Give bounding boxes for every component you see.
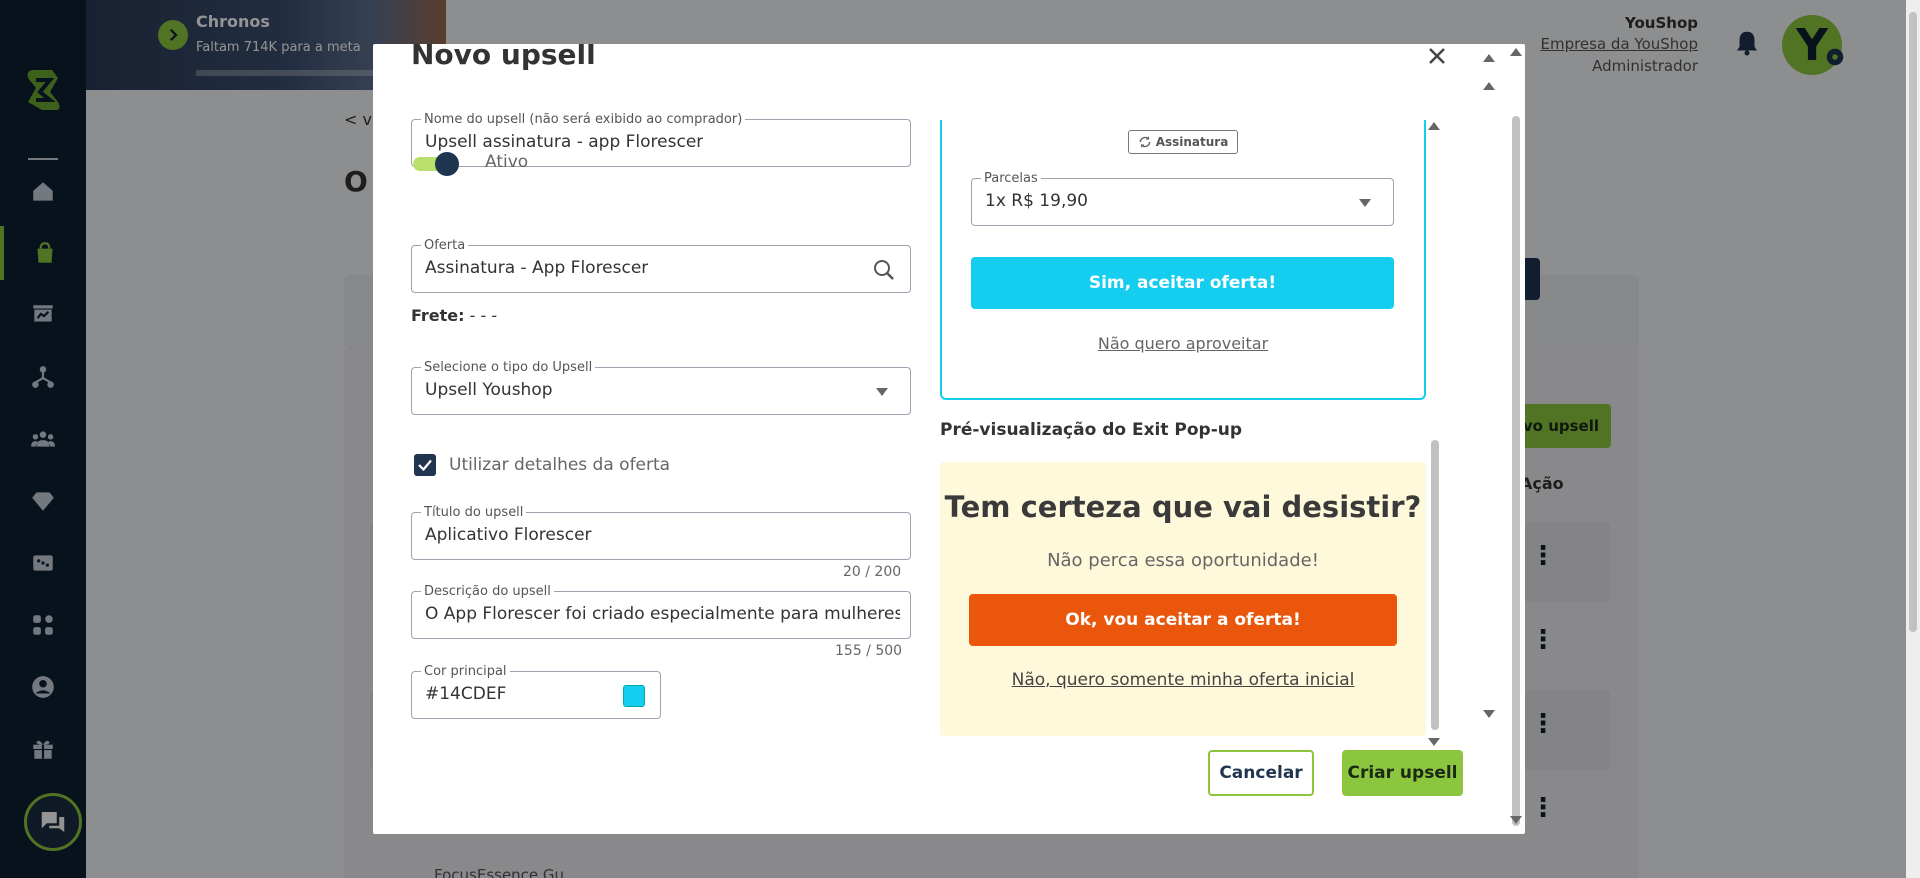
upsell-title-label: Título do upsell: [421, 505, 527, 520]
search-icon[interactable]: [872, 258, 896, 282]
shipping-label: Frete:: [411, 306, 465, 325]
create-upsell-button[interactable]: Criar upsell: [1342, 750, 1463, 796]
upsell-type-label: Selecione o tipo do Upsell: [421, 360, 596, 375]
installments-select[interactable]: Parcelas 1x R$ 19,90: [971, 171, 1394, 226]
preview-scrollbar[interactable]: [1428, 120, 1442, 750]
main-color-label: Cor principal: [421, 664, 510, 679]
page-scrollbar[interactable]: [1906, 0, 1920, 878]
exit-popup-preview-label: Pré-visualização do Exit Pop-up: [940, 420, 1243, 440]
active-toggle[interactable]: [413, 152, 459, 176]
upsell-type-value: Upsell Youshop: [425, 380, 553, 400]
scroll-down-arrow-icon[interactable]: [1510, 816, 1522, 824]
exit-popup-preview: Tem certeza que vai desistir? Não perca …: [940, 462, 1426, 736]
upsell-name-value: Upsell assinatura - app Florescer: [425, 132, 704, 152]
refresh-icon: [1139, 136, 1151, 148]
cancel-button[interactable]: Cancelar: [1208, 750, 1314, 796]
toggle-knob: [435, 152, 459, 176]
modal-scrollbar-thumb[interactable]: [1512, 116, 1520, 826]
preview-scrollbar-thumb[interactable]: [1431, 440, 1439, 730]
shipping-value: - - -: [464, 306, 498, 325]
chevron-down-icon: [1359, 199, 1371, 207]
offer-label: Oferta: [421, 238, 469, 253]
scroll-up-arrow-icon[interactable]: [1483, 54, 1495, 62]
active-label: Ativo: [485, 152, 529, 172]
upsell-name-label: Nome do upsell (não será exibido ao comp…: [421, 112, 746, 127]
main-color-value: #14CDEF: [425, 684, 507, 704]
exit-popup-subtitle: Não perca essa oportunidade!: [1047, 550, 1319, 571]
preview-scroll-down-icon[interactable]: [1428, 738, 1440, 746]
title-char-counter: 20 / 200: [843, 564, 902, 580]
modal-scrollbar[interactable]: [1507, 44, 1525, 834]
subscription-badge-label: Assinatura: [1155, 135, 1229, 149]
installments-label: Parcelas: [981, 171, 1041, 186]
upsell-title-field[interactable]: Título do upsell Aplicativo Florescer: [411, 505, 911, 560]
description-char-counter: 155 / 500: [835, 643, 903, 659]
offer-value: Assinatura - App Florescer: [425, 258, 649, 278]
use-offer-details-checkbox[interactable]: [414, 454, 436, 476]
decline-offer-link[interactable]: Não quero aproveitar: [940, 334, 1426, 353]
scroll-down-arrow-icon[interactable]: [1483, 710, 1495, 718]
accept-offer-button[interactable]: Sim, aceitar oferta!: [971, 257, 1394, 309]
page-scrollbar-thumb[interactable]: [1909, 12, 1917, 632]
upsell-description-label: Descrição do upsell: [421, 584, 554, 599]
keep-initial-offer-link[interactable]: Não, quero somente minha oferta inicial: [940, 670, 1426, 690]
installments-value: 1x R$ 19,90: [985, 191, 1088, 211]
subscription-badge: Assinatura: [1128, 130, 1238, 154]
modal-title: Novo upsell: [411, 44, 596, 71]
upsell-title-value: Aplicativo Florescer: [425, 525, 592, 545]
upsell-description-value: O App Florescer foi criado especialmente…: [425, 604, 900, 624]
check-icon: [418, 459, 432, 472]
shipping-info: Frete: - - -: [411, 306, 497, 325]
exit-popup-title: Tem certeza que vai desistir?: [944, 490, 1422, 524]
chevron-down-icon: [876, 388, 888, 396]
scroll-up-arrow-icon[interactable]: [1483, 82, 1495, 90]
exit-accept-button[interactable]: Ok, vou aceitar a oferta!: [969, 594, 1397, 646]
close-icon[interactable]: [1425, 44, 1449, 68]
scroll-up-arrow-icon[interactable]: [1510, 48, 1522, 56]
color-swatch[interactable]: [623, 685, 645, 707]
use-offer-details-label: Utilizar detalhes da oferta: [449, 455, 671, 475]
offer-search-field[interactable]: Oferta Assinatura - App Florescer: [411, 238, 911, 293]
upsell-description-field[interactable]: Descrição do upsell O App Florescer foi …: [411, 584, 911, 639]
new-upsell-modal: Novo upsell Nome do upsell (não será exi…: [373, 44, 1525, 834]
preview-scroll-up-icon[interactable]: [1428, 122, 1440, 130]
upsell-type-select[interactable]: Selecione o tipo do Upsell Upsell Yousho…: [411, 360, 911, 415]
